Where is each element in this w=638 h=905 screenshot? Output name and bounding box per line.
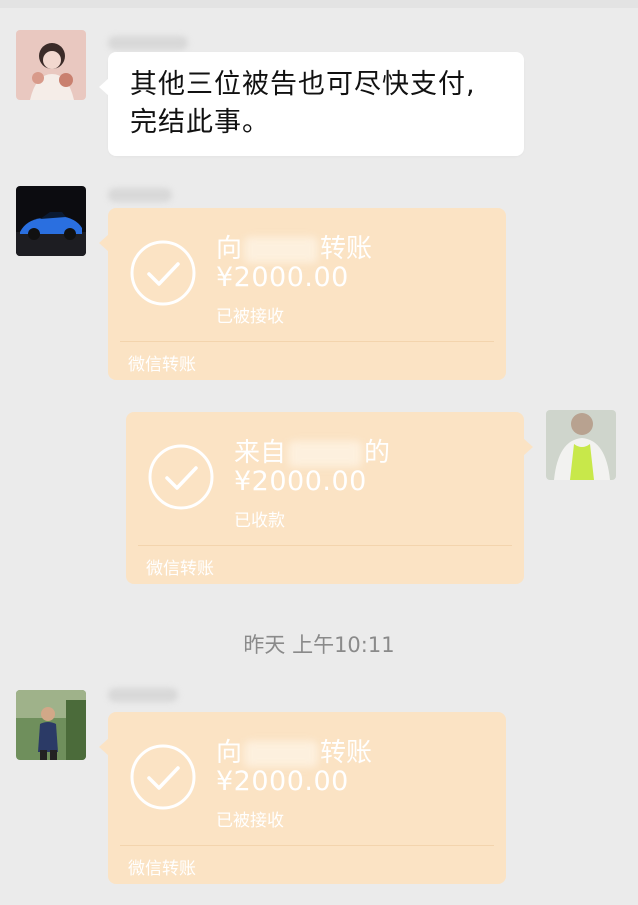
divider bbox=[138, 545, 512, 546]
redacted-name bbox=[288, 440, 363, 467]
transfer-footer: 微信转账 bbox=[128, 355, 196, 375]
message-text: 其他三位被告也可尽快支付, 完结此事。 bbox=[130, 69, 476, 138]
redacted-name bbox=[244, 740, 319, 767]
transfer-footer: 微信转账 bbox=[146, 559, 214, 579]
man-outdoor-avatar[interactable] bbox=[16, 690, 86, 760]
woman-portrait-avatar[interactable] bbox=[16, 30, 86, 100]
transfer-status: 已被接收 bbox=[216, 811, 284, 831]
transfer-card[interactable]: 向转账 ¥2000.00 已被接收 微信转账 bbox=[99, 208, 506, 380]
redacted-name bbox=[244, 236, 319, 263]
person-avatar[interactable] bbox=[546, 410, 616, 480]
check-circle-icon bbox=[128, 742, 198, 812]
divider bbox=[120, 341, 494, 342]
top-divider bbox=[0, 0, 638, 8]
transfer-status: 已收款 bbox=[234, 511, 285, 531]
transfer-amount: ¥2000.00 bbox=[234, 466, 367, 497]
transfer-amount: ¥2000.00 bbox=[216, 766, 349, 797]
text-message-bubble[interactable]: 其他三位被告也可尽快支付, 完结此事。 bbox=[99, 52, 524, 156]
transfer-card[interactable]: 向转账 ¥2000.00 已被接收 微信转账 bbox=[99, 712, 506, 884]
sender-name-blurred bbox=[108, 188, 172, 202]
transfer-footer: 微信转账 bbox=[128, 859, 196, 879]
blue-sportscar-avatar[interactable] bbox=[16, 186, 86, 256]
transfer-amount: ¥2000.00 bbox=[216, 262, 349, 293]
transfer-card[interactable]: 来自的 ¥2000.00 已收款 微信转账 bbox=[126, 412, 533, 584]
transfer-title: 向转账 bbox=[216, 234, 373, 264]
transfer-status: 已被接收 bbox=[216, 307, 284, 327]
transfer-title: 来自的 bbox=[234, 438, 391, 468]
transfer-title: 向转账 bbox=[216, 738, 373, 768]
sender-name-blurred bbox=[108, 36, 188, 50]
sender-name-blurred bbox=[108, 688, 178, 702]
chat-timestamp: 昨天 上午10:11 bbox=[243, 633, 395, 657]
check-circle-icon bbox=[128, 238, 198, 308]
divider bbox=[120, 845, 494, 846]
check-circle-icon bbox=[146, 442, 216, 512]
